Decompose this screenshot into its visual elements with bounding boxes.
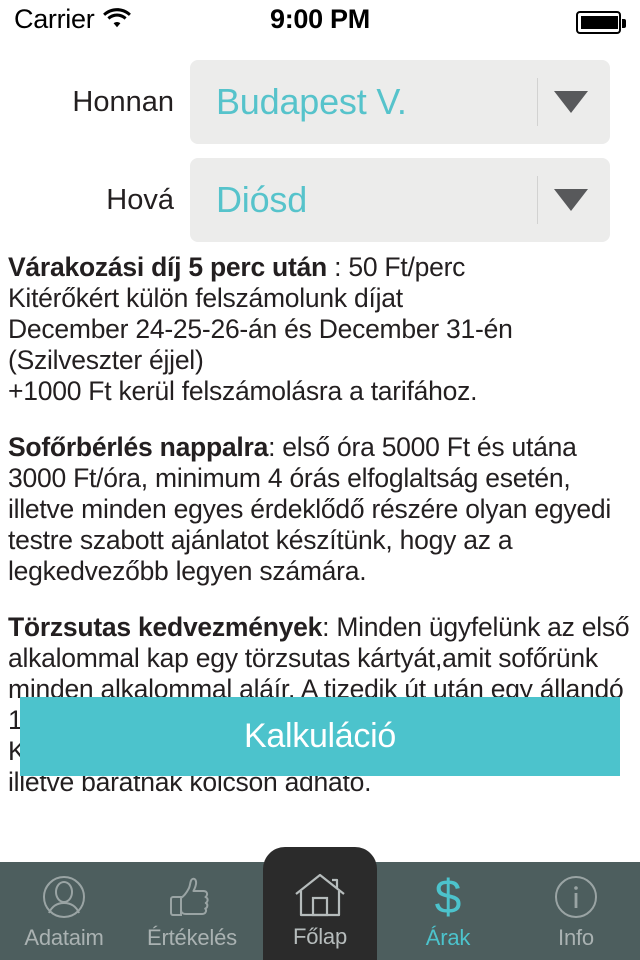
tab-arak-label: Árak (425, 925, 471, 950)
chevron-down-icon (554, 189, 588, 211)
from-label: Honnan (72, 85, 174, 118)
driver-rental-heading: Sofőrbérlés nappalra (8, 432, 269, 462)
clock-label: 9:00 PM (270, 4, 370, 34)
waiting-fee-heading: Várakozási díj 5 perc után (8, 252, 327, 282)
loyalty-heading: Törzsutas kedvezmények (8, 612, 323, 642)
from-row: Honnan Budapest V. (0, 60, 640, 144)
to-select-divider (537, 176, 538, 224)
svg-text:$: $ (435, 872, 462, 922)
calculate-button-label: Kalkuláció (244, 717, 396, 755)
from-select-divider (537, 78, 538, 126)
calculate-button[interactable]: Kalkuláció (20, 697, 620, 776)
info-circle-icon (554, 874, 598, 920)
battery-body (576, 11, 621, 34)
battery-icon (576, 11, 626, 34)
to-label: Hová (106, 183, 174, 216)
to-select-value: Diósd (216, 179, 308, 220)
tab-adataim[interactable]: Adataim (0, 862, 128, 960)
tab-ertekeles[interactable]: Értékelés (128, 862, 256, 960)
tab-info-label: Info (558, 925, 594, 950)
chevron-down-icon (554, 91, 588, 113)
driver-rental-paragraph: Sofőrbérlés nappalra: első óra 5000 Ft é… (8, 432, 636, 587)
tab-folap-label: Főlap (292, 924, 348, 949)
home-icon (293, 873, 347, 919)
person-circle-icon (42, 874, 86, 920)
status-bar: Carrier 9:00 PM (0, 0, 640, 44)
battery-fill (580, 15, 618, 29)
tab-folap[interactable]: Főlap (263, 847, 377, 960)
tab-adataim-label: Adataim (24, 925, 104, 950)
tab-info[interactable]: Info (512, 862, 640, 960)
from-select-value: Budapest V. (216, 81, 407, 122)
to-row: Hová Diósd (0, 158, 640, 242)
battery-cap (622, 18, 626, 28)
to-select[interactable]: Diósd (190, 158, 610, 242)
tab-ertekeles-label: Értékelés (147, 925, 237, 950)
route-form: Honnan Budapest V. Hová Diósd (0, 60, 640, 256)
thumbs-up-icon (169, 874, 215, 920)
waiting-fee-paragraph: Várakozási díj 5 perc után : 50 Ft/perc K… (8, 252, 636, 407)
tab-bar: Adataim Értékelés $ Árak Info Főlap (0, 847, 640, 960)
dollar-icon: $ (428, 872, 468, 922)
from-select[interactable]: Budapest V. (190, 60, 610, 144)
app-screen: Carrier 9:00 PM Honnan Budapest V. Hová … (0, 0, 640, 960)
tab-arak[interactable]: $ Árak (384, 862, 512, 960)
